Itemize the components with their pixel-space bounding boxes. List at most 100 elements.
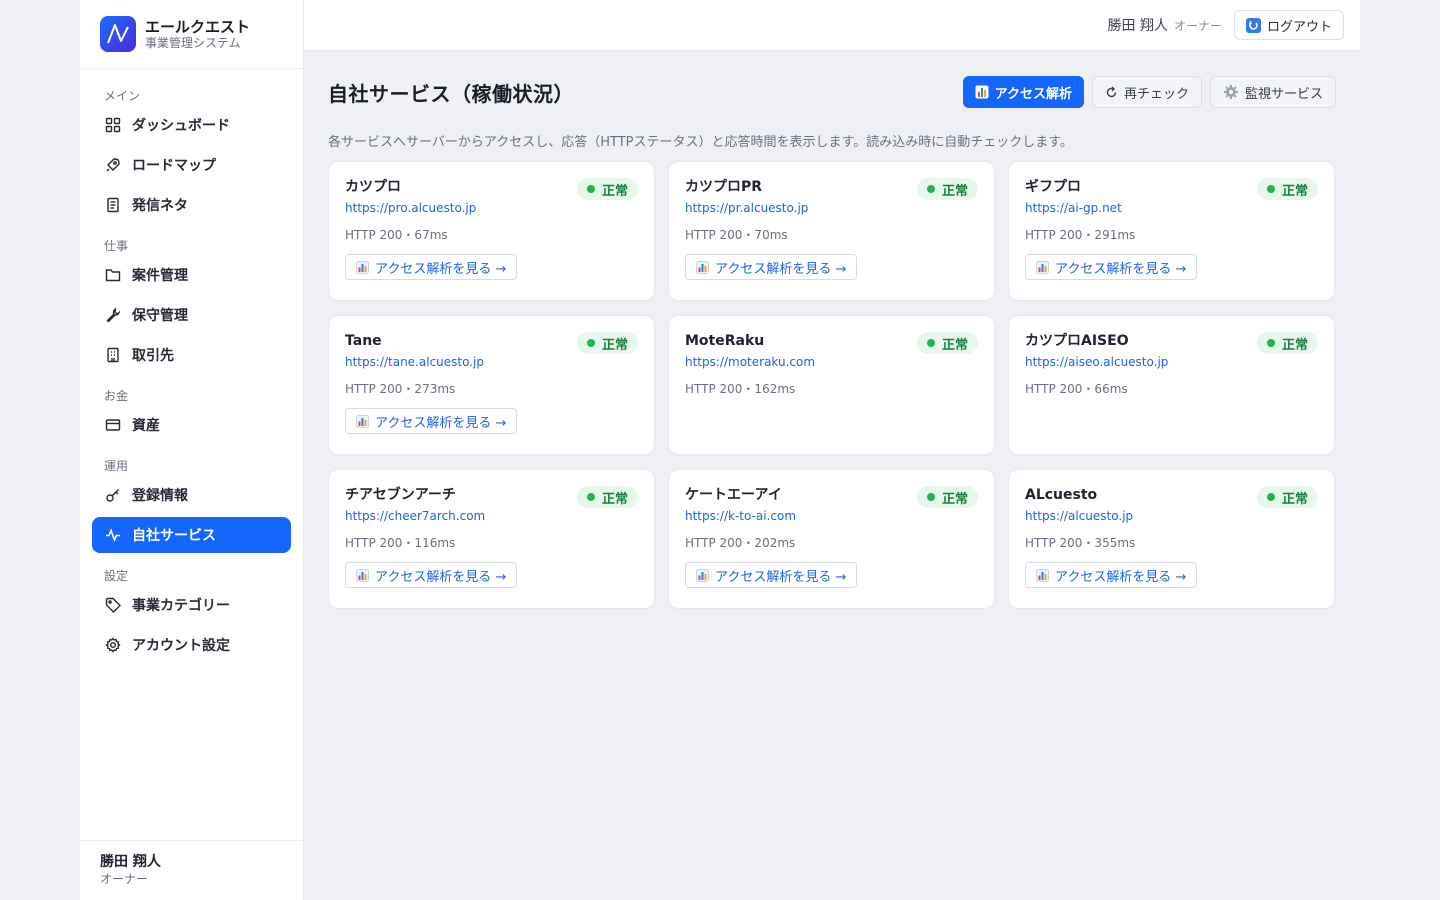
view-analytics-link[interactable]: アクセス解析を見る → (345, 254, 518, 280)
service-http-status: HTTP 200・291ms (1025, 228, 1136, 242)
analytics-button[interactable]: アクセス解析 (962, 76, 1084, 108)
gear-icon (104, 636, 122, 654)
service-http-status: HTTP 200・67ms (345, 228, 448, 242)
gear-icon (1223, 84, 1239, 100)
recheck-button[interactable]: 再チェック (1091, 76, 1202, 108)
view-analytics-link[interactable]: アクセス解析を見る → (345, 562, 518, 588)
status-label: 正常 (601, 337, 628, 353)
sidebar-item-folder[interactable]: 案件管理 (92, 257, 291, 293)
bar-chart-icon (1036, 260, 1049, 274)
service-url-link[interactable]: https://cheer7arch.com (345, 508, 638, 535)
status-badge: 正常 (916, 178, 978, 200)
status-badge: 正常 (1256, 178, 1318, 200)
service-http-status: HTTP 200・70ms (685, 228, 788, 242)
nav-group-label: 設定 (104, 569, 129, 583)
status-badge: 正常 (576, 486, 638, 508)
view-analytics-link[interactable]: アクセス解析を見る → (685, 562, 858, 588)
sidebar-item-building[interactable]: 取引先 (92, 337, 291, 373)
service-url-link[interactable]: https://pr.alcuesto.jp (685, 200, 978, 227)
nav-group-label: 運用 (104, 459, 129, 473)
sidebar-item-key[interactable]: 登録情報 (92, 477, 291, 513)
brand[interactable]: エールクエスト 事業管理システム (80, 0, 303, 69)
logout-icon (1245, 17, 1261, 33)
status-dot-icon (926, 339, 935, 347)
topbar-user-role: オーナー (1173, 18, 1222, 33)
service-http-status: HTTP 200・355ms (1025, 536, 1136, 550)
nav-group-label: お金 (104, 389, 129, 403)
tag-icon (104, 596, 122, 614)
service-card: ギフプロ https://ai-gp.net HTTP 200・291ms 正常 アクセ… (1008, 161, 1335, 301)
status-dot-icon (1266, 339, 1275, 347)
status-label: 正常 (1281, 491, 1308, 507)
service-url-link[interactable]: https://alcuesto.jp (1025, 508, 1318, 535)
status-label: 正常 (941, 183, 968, 199)
status-label: 正常 (941, 491, 968, 507)
status-badge: 正常 (916, 332, 978, 354)
sidebar-item-tag[interactable]: 事業カテゴリー (92, 587, 291, 623)
logout-button[interactable]: ログアウト (1233, 10, 1344, 40)
service-http-status: HTTP 200・116ms (345, 536, 456, 550)
status-dot-icon (926, 185, 935, 193)
service-url-link[interactable]: https://k-to-ai.com (685, 508, 978, 535)
bar-chart-icon (1036, 568, 1049, 582)
building-icon (104, 346, 122, 364)
status-dot-icon (586, 339, 595, 347)
view-analytics-label: アクセス解析を見る → (1055, 569, 1187, 585)
sidebar-nav: メインダッシュボードロードマップ発信ネタ仕事案件管理保守管理取引先お金資産運用登… (80, 69, 303, 663)
service-card: チアセブンアーチ https://cheer7arch.com HTTP 200・1… (328, 469, 655, 609)
sidebar-user-name: 勝田 翔人 (100, 854, 161, 870)
bar-chart-icon (356, 414, 369, 428)
sidebar-user: 勝田 翔人 オーナー (80, 840, 303, 900)
grid-icon (104, 116, 122, 134)
service-card: Tane https://tane.alcuesto.jp HTTP 200・273… (328, 315, 655, 455)
view-analytics-link[interactable]: アクセス解析を見る → (1025, 562, 1198, 588)
view-analytics-label: アクセス解析を見る → (715, 569, 847, 585)
sidebar-item-label: 事業カテゴリー (132, 598, 230, 614)
status-badge: 正常 (916, 486, 978, 508)
service-http-status: HTTP 200・162ms (685, 382, 796, 396)
brand-subtitle: 事業管理システム (145, 35, 241, 50)
topbar: 勝田 翔人 オーナー ログアウト (304, 0, 1360, 51)
sidebar-item-wrench[interactable]: 保守管理 (92, 297, 291, 333)
sidebar-item-activity[interactable]: 自社サービス (92, 517, 291, 553)
service-url-link[interactable]: https://tane.alcuesto.jp (345, 354, 638, 381)
sidebar-item-label: 発信ネタ (132, 198, 188, 214)
view-analytics-label: アクセス解析を見る → (715, 261, 847, 277)
monitor-service-button[interactable]: 監視サービス (1209, 76, 1336, 108)
recheck-label: 再チェック (1123, 86, 1189, 102)
sidebar-item-document[interactable]: 発信ネタ (92, 187, 291, 223)
service-card: ケートエーアイ https://k-to-ai.com HTTP 200・202ms… (668, 469, 995, 609)
nav-group-label: メイン (104, 89, 141, 103)
bar-chart-icon (356, 260, 369, 274)
page-description: 各サービスへサーバーからアクセスし、応答（HTTPステータス）と応答時間を表示し… (328, 135, 1073, 150)
service-url-link[interactable]: https://ai-gp.net (1025, 200, 1318, 227)
view-analytics-label: アクセス解析を見る → (375, 569, 507, 585)
service-url-link[interactable]: https://moteraku.com (685, 354, 978, 381)
service-url-link[interactable]: https://pro.alcuesto.jp (345, 200, 638, 227)
view-analytics-label: アクセス解析を見る → (1055, 261, 1187, 277)
nav-group-label: 仕事 (104, 239, 129, 253)
folder-icon (104, 266, 122, 284)
status-label: 正常 (1281, 183, 1308, 199)
view-analytics-link[interactable]: アクセス解析を見る → (685, 254, 858, 280)
service-card: カツプロAISEO https://aiseo.alcuesto.jp HTTP 2… (1008, 315, 1335, 455)
sidebar-item-label: ダッシュボード (132, 118, 230, 134)
sidebar-item-label: アカウント設定 (132, 638, 230, 654)
view-analytics-link[interactable]: アクセス解析を見る → (345, 408, 518, 434)
view-analytics-link[interactable]: アクセス解析を見る → (1025, 254, 1198, 280)
credit-card-icon (104, 416, 122, 434)
status-dot-icon (586, 493, 595, 501)
analytics-label: アクセス解析 (994, 86, 1072, 102)
rocket-icon (104, 156, 122, 174)
sidebar-item-gear[interactable]: アカウント設定 (92, 627, 291, 663)
status-label: 正常 (601, 491, 628, 507)
service-http-status: HTTP 200・66ms (1025, 382, 1128, 396)
service-grid: カツプロ https://pro.alcuesto.jp HTTP 200・67ms… (328, 161, 1336, 609)
sidebar-item-label: 保守管理 (132, 308, 188, 324)
sidebar-item-label: 取引先 (132, 348, 174, 364)
brand-name: エールクエスト (145, 17, 251, 36)
sidebar-item-credit-card[interactable]: 資産 (92, 407, 291, 443)
service-url-link[interactable]: https://aiseo.alcuesto.jp (1025, 354, 1318, 381)
sidebar-item-rocket[interactable]: ロードマップ (92, 147, 291, 183)
sidebar-item-grid[interactable]: ダッシュボード (92, 107, 291, 143)
